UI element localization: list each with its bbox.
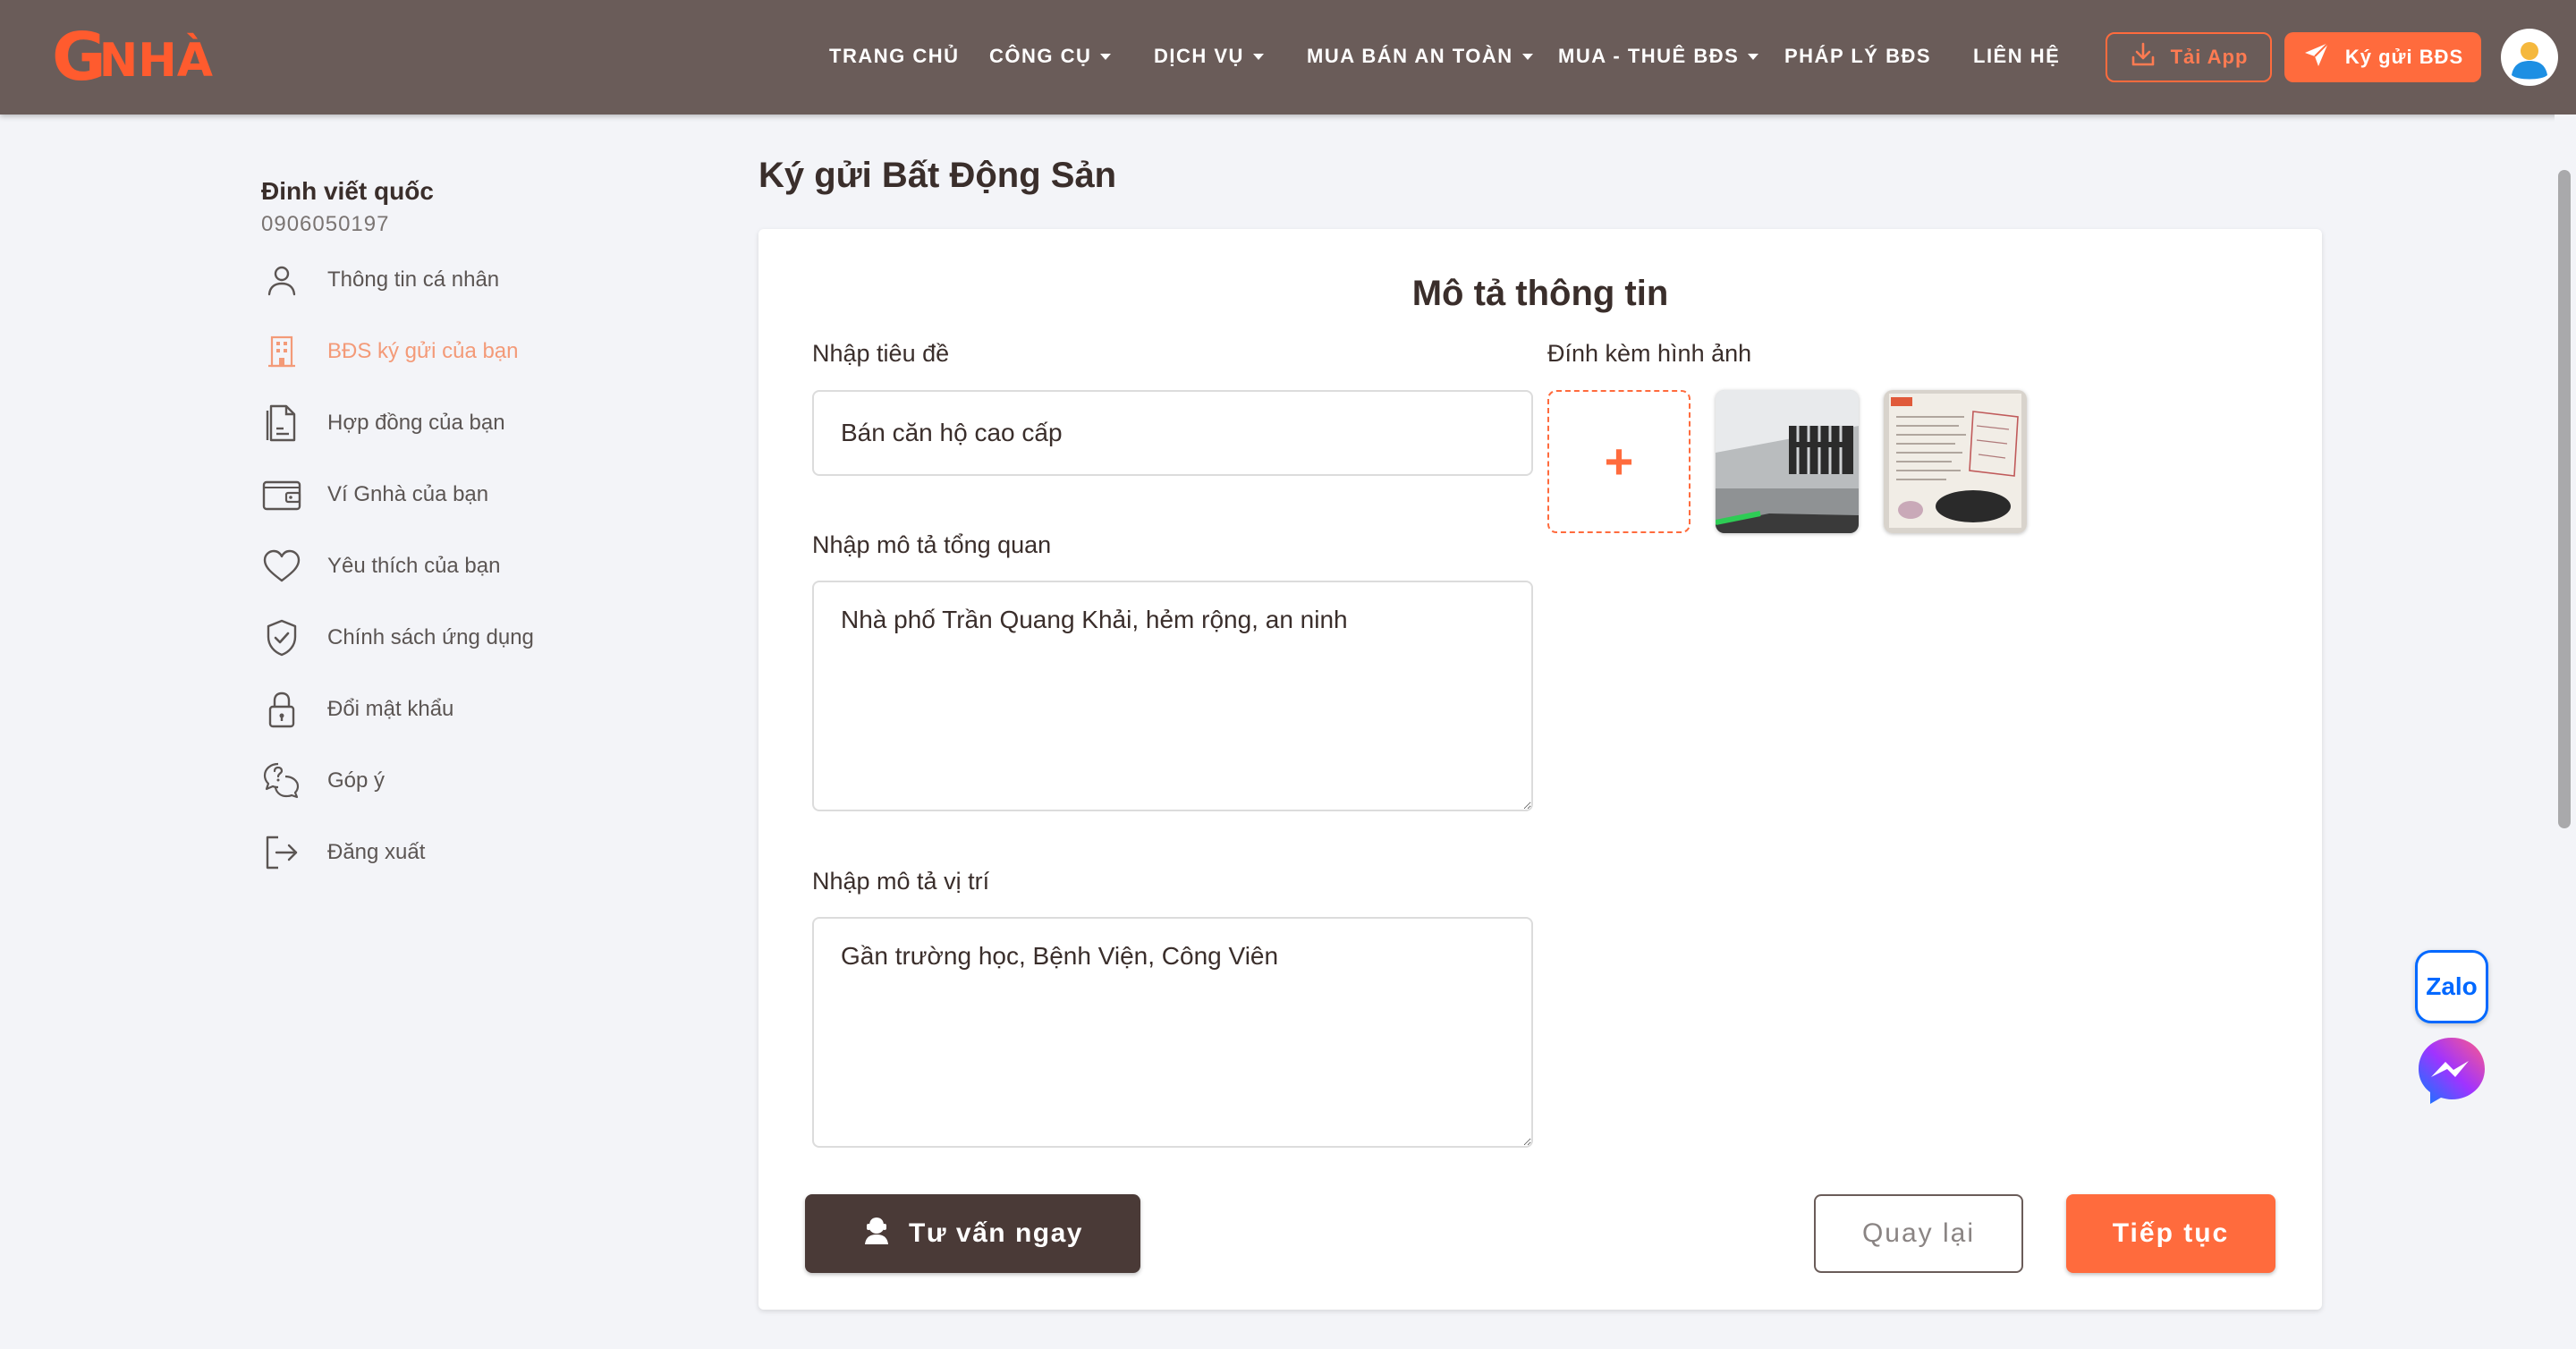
- download-icon: [2130, 41, 2157, 73]
- zalo-chat-button[interactable]: Zalo: [2415, 950, 2488, 1023]
- shield-check-icon: [259, 615, 304, 660]
- form-title: Mô tả thông tin: [1411, 274, 1669, 313]
- back-label: Quay lại: [1861, 1218, 1976, 1248]
- continue-button[interactable]: Tiếp tục: [2066, 1194, 2275, 1273]
- top-header: G NHÀ TRANG CHỦ CÔNG CỤ DỊCH VỤ MUA BÁN …: [0, 0, 2576, 115]
- nav-item-buy-rent[interactable]: MUA - THUÊ BĐS: [1558, 45, 1759, 68]
- zalo-label: Zalo: [2426, 972, 2478, 1000]
- description-form-card: Mô tả thông tin Nhập tiêu đề Nhập mô tả …: [758, 229, 2322, 1310]
- sidebar-item-label: Đăng xuất: [327, 840, 426, 864]
- user-phone: 0906050197: [261, 212, 390, 236]
- sidebar-item-feedback[interactable]: Góp ý: [259, 759, 653, 803]
- add-image-button[interactable]: +: [1547, 390, 1690, 533]
- user-name: Đinh viết quốc: [261, 177, 434, 205]
- user-avatar-icon: [2503, 30, 2556, 84]
- gnha-logo[interactable]: G NHÀ: [52, 19, 214, 96]
- image-thumbnail[interactable]: [1884, 390, 2027, 533]
- nav-item-legal[interactable]: PHÁP LÝ BĐS: [1784, 45, 1931, 68]
- caret-down-icon: [1100, 53, 1112, 60]
- building-icon: [259, 329, 304, 374]
- nav-label: TRANG CHỦ: [829, 45, 960, 67]
- sidebar-item-logout[interactable]: Đăng xuất: [259, 830, 653, 875]
- sidebar-item-change-password[interactable]: Đổi mật khẩu: [259, 687, 653, 732]
- consign-property-button[interactable]: Ký gửi BĐS: [2284, 32, 2481, 82]
- contract-icon: [259, 401, 304, 445]
- feedback-icon: [259, 759, 304, 803]
- send-icon: [2302, 40, 2331, 74]
- nav-item-services[interactable]: DỊCH VỤ: [1154, 45, 1264, 68]
- title-input[interactable]: [812, 390, 1533, 476]
- sidebar-item-wallet[interactable]: Ví Gnhà của bạn: [259, 472, 653, 517]
- messenger-icon: [2419, 1038, 2485, 1104]
- plus-icon: +: [1604, 433, 1634, 489]
- overview-textarea[interactable]: Nhà phố Trần Quang Khải, hẻm rộng, an ni…: [812, 581, 1533, 811]
- sidebar-item-label: Ví Gnhà của bạn: [327, 482, 489, 506]
- logout-icon: [259, 830, 304, 875]
- nav-label: PHÁP LÝ BĐS: [1784, 45, 1932, 67]
- wallet-icon: [259, 472, 304, 517]
- sidebar-item-label: Thông tin cá nhân: [327, 267, 500, 292]
- photo-document-thumbnail: [1884, 390, 2027, 533]
- continue-label: Tiếp tục: [2112, 1218, 2230, 1248]
- image-thumbnail[interactable]: [1716, 390, 1859, 533]
- consultant-icon: [862, 1215, 891, 1252]
- consult-now-label: Tư vấn ngay: [909, 1218, 1083, 1248]
- sidebar-item-favorites[interactable]: Yêu thích của bạn: [259, 544, 653, 589]
- logo-text: NHÀ: [98, 34, 214, 88]
- nav-label: MUA BÁN AN TOÀN: [1307, 45, 1513, 67]
- sidebar-item-app-policy[interactable]: Chính sách ứng dụng: [259, 615, 653, 660]
- heart-icon: [259, 544, 304, 589]
- messenger-chat-button[interactable]: [2415, 1034, 2488, 1107]
- download-app-button[interactable]: Tải App: [2106, 32, 2272, 82]
- consign-label: Ký gửi BĐS: [2344, 46, 2464, 68]
- consult-now-button[interactable]: Tư vấn ngay: [805, 1194, 1140, 1273]
- sidebar-item-label: Chính sách ứng dụng: [327, 625, 534, 649]
- sidebar-item-consigned-properties[interactable]: BĐS ký gửi của bạn: [259, 329, 653, 374]
- caret-down-icon: [1252, 53, 1264, 60]
- sidebar-item-profile[interactable]: Thông tin cá nhân: [259, 258, 653, 302]
- nav-label: CÔNG CỤ: [989, 45, 1092, 67]
- photo-stairs-thumbnail: [1716, 390, 1859, 533]
- images-label: Đính kèm hình ảnh: [1547, 340, 1752, 367]
- page-title: Ký gửi Bất Động Sản: [758, 156, 1117, 195]
- nav-item-tools[interactable]: CÔNG CỤ: [989, 45, 1112, 68]
- nav-label: LIÊN HỆ: [1973, 45, 2061, 67]
- lock-icon: [259, 687, 304, 732]
- nav-label: DỊCH VỤ: [1154, 45, 1244, 67]
- scrollbar-thumb[interactable]: [2558, 170, 2571, 828]
- sidebar-item-label: Góp ý: [327, 768, 386, 793]
- nav-item-home[interactable]: TRANG CHỦ: [829, 45, 960, 68]
- nav-label: MUA - THUÊ BĐS: [1558, 45, 1740, 67]
- location-textarea[interactable]: Gần trường học, Bệnh Viện, Công Viên: [812, 917, 1533, 1148]
- nav-item-contact[interactable]: LIÊN HỆ: [1973, 45, 2060, 68]
- overview-field-label: Nhập mô tả tổng quan: [812, 531, 1052, 558]
- sidebar-item-contracts[interactable]: Hợp đồng của bạn: [259, 401, 653, 445]
- logo-g: G: [52, 19, 106, 96]
- title-field-label: Nhập tiêu đề: [812, 340, 950, 367]
- avatar[interactable]: [2501, 29, 2558, 86]
- sidebar-item-label: BĐS ký gửi của bạn: [327, 339, 519, 363]
- caret-down-icon: [1521, 53, 1533, 60]
- sidebar-item-label: Đổi mật khẩu: [327, 697, 454, 721]
- back-button[interactable]: Quay lại: [1814, 1194, 2023, 1273]
- user-icon: [259, 258, 304, 302]
- download-app-label: Tải App: [2170, 46, 2249, 68]
- sidebar-item-label: Hợp đồng của bạn: [327, 411, 505, 435]
- nav-item-safe-trade[interactable]: MUA BÁN AN TOÀN: [1307, 45, 1533, 68]
- sidebar-item-label: Yêu thích của bạn: [327, 554, 501, 578]
- location-field-label: Nhập mô tả vị trí: [812, 868, 990, 895]
- caret-down-icon: [1748, 53, 1759, 60]
